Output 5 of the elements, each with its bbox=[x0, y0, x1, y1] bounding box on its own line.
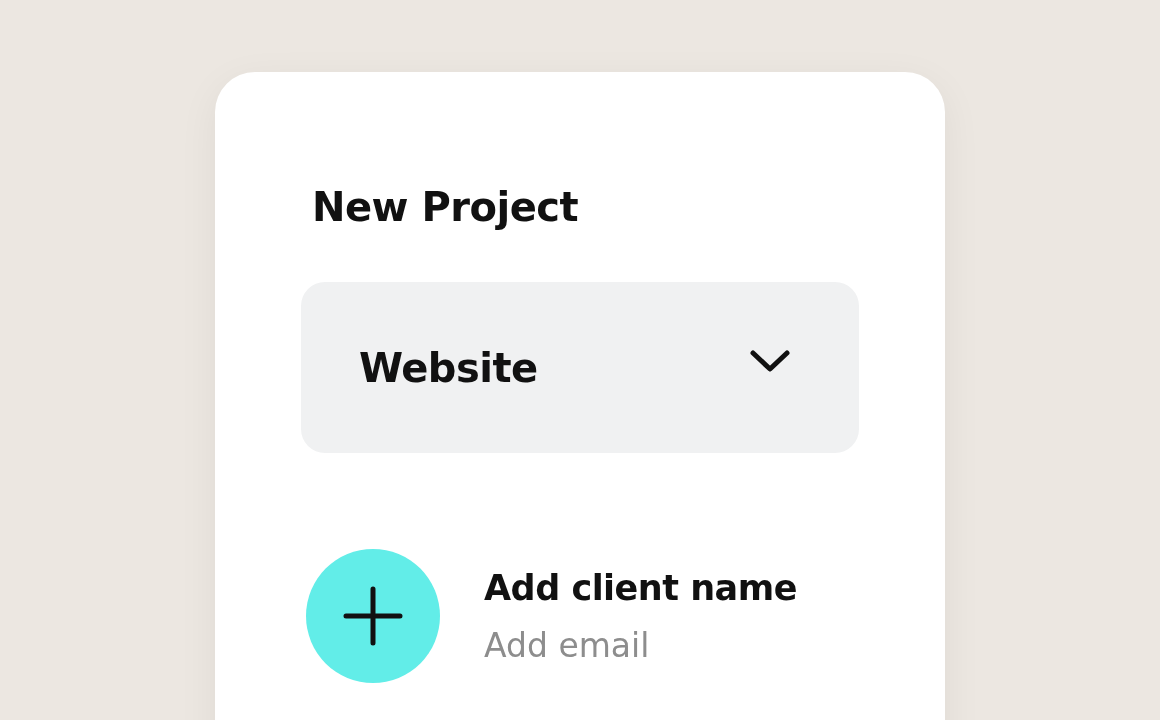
client-name-link[interactable]: Add client name bbox=[484, 567, 797, 608]
chevron-down-icon bbox=[749, 347, 791, 374]
project-type-dropdown[interactable]: Website bbox=[301, 282, 859, 453]
plus-icon bbox=[343, 586, 403, 646]
card-title: New Project bbox=[312, 183, 580, 232]
